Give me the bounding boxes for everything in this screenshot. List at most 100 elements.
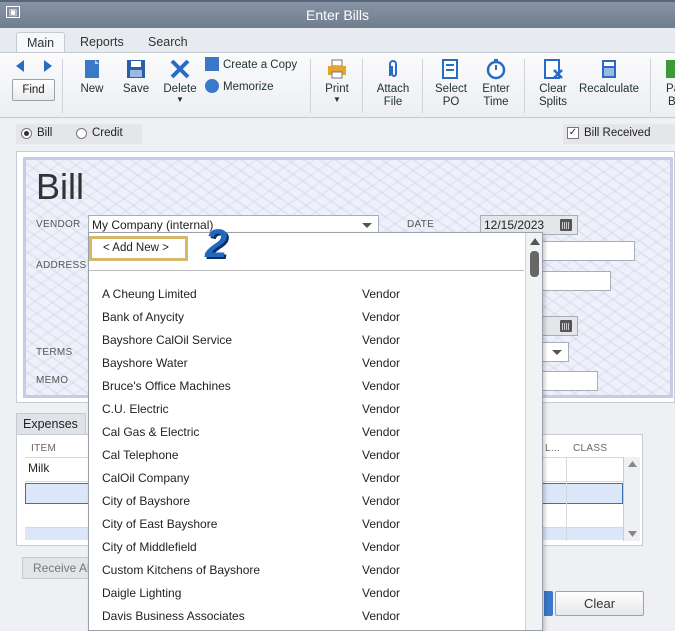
- clear-splits-button[interactable]: Clear Splits: [534, 58, 572, 109]
- save-disk-icon: [127, 60, 145, 78]
- print-button[interactable]: Print ▼: [322, 58, 352, 104]
- new-button[interactable]: New: [78, 58, 106, 96]
- list-item[interactable]: Davis Business Associates Vendor: [102, 606, 522, 626]
- list-item[interactable]: Bayshore CalOil Service Vendor: [102, 330, 522, 350]
- print-dropdown-icon[interactable]: ▼: [322, 96, 352, 104]
- address-label: ADDRESS: [36, 260, 87, 271]
- memorize-label: Memorize: [223, 81, 274, 93]
- select-po-icon: [442, 59, 458, 79]
- vendor-type: Vendor: [362, 586, 401, 600]
- list-item[interactable]: Cal Telephone Vendor: [102, 445, 522, 465]
- select-po-button[interactable]: Select PO: [432, 58, 470, 109]
- list-item[interactable]: Daigle Lighting Vendor: [102, 583, 522, 603]
- expenses-scrollbar[interactable]: [623, 457, 640, 541]
- calendar-icon[interactable]: [560, 219, 572, 231]
- tab-reports[interactable]: Reports: [70, 32, 134, 52]
- tab-search[interactable]: Search: [138, 32, 198, 52]
- memorize-button[interactable]: Memorize: [205, 79, 305, 94]
- clear-splits-label-2: Splits: [538, 96, 568, 108]
- enter-time-button[interactable]: Enter Time: [477, 58, 515, 109]
- bill-received-label[interactable]: Bill Received: [584, 127, 650, 139]
- paperclip-icon: [389, 60, 397, 77]
- new-label: New: [80, 83, 104, 95]
- create-copy-button[interactable]: Create a Copy: [205, 57, 305, 72]
- vendor-value: My Company (internal): [92, 218, 214, 232]
- save-and-close-button[interactable]: [544, 591, 553, 616]
- expense-row-item[interactable]: Milk: [28, 461, 49, 475]
- vendor-name: Cal Telephone: [102, 448, 179, 462]
- bill-radio-label[interactable]: Bill: [37, 127, 52, 139]
- clear-splits-icon: [544, 59, 563, 79]
- pay-bill-label-2: B: [668, 96, 675, 108]
- vendor-name: Bank of Anycity: [102, 310, 185, 324]
- bill-received-checkbox[interactable]: ✓: [567, 127, 579, 139]
- terms-dropdown[interactable]: [541, 342, 569, 362]
- ribbon-tabs: Main Reports Search: [0, 28, 675, 52]
- tab-expenses[interactable]: Expenses: [16, 413, 86, 435]
- dropdown-scrollbar[interactable]: [525, 233, 542, 630]
- new-document-icon: [85, 60, 99, 78]
- delete-button[interactable]: Delete ▼: [162, 58, 198, 104]
- list-item[interactable]: Custom Kitchens of Bayshore Vendor: [102, 560, 522, 580]
- credit-radio-label[interactable]: Credit: [92, 127, 123, 139]
- column-header-item: ITEM: [31, 443, 57, 454]
- pay-bill-button[interactable]: Pa B: [660, 58, 675, 109]
- vendor-type: Vendor: [362, 471, 401, 485]
- select-po-label-2: PO: [442, 96, 460, 108]
- date-label: DATE: [407, 219, 435, 230]
- scroll-arrows-icon[interactable]: [624, 457, 641, 541]
- bill-due-field[interactable]: [541, 316, 578, 336]
- list-item[interactable]: Cal Gas & Electric Vendor: [102, 422, 522, 442]
- recalculate-label: Recalculate: [578, 83, 640, 95]
- list-item[interactable]: City of East Bayshore Vendor: [102, 514, 522, 534]
- attach-file-label-2: File: [383, 96, 403, 108]
- scroll-thumb[interactable]: [530, 251, 539, 277]
- delete-dropdown-icon[interactable]: ▼: [162, 96, 198, 104]
- printer-icon: [328, 59, 346, 79]
- amount-due-field[interactable]: [541, 271, 611, 291]
- stopwatch-icon: [486, 59, 506, 80]
- list-item[interactable]: Bank of Anycity Vendor: [102, 307, 522, 327]
- vendor-name: A Cheung Limited: [102, 287, 197, 301]
- chevron-down-icon[interactable]: [362, 223, 372, 228]
- prev-next-arrows-icon[interactable]: [14, 59, 54, 73]
- vendor-label: VENDOR: [36, 219, 81, 230]
- chevron-down-icon[interactable]: [552, 350, 562, 355]
- list-item[interactable]: A Cheung Limited Vendor: [102, 284, 522, 304]
- ref-no-field[interactable]: [541, 241, 635, 261]
- list-item[interactable]: City of Bayshore Vendor: [102, 491, 522, 511]
- clear-button[interactable]: Clear: [555, 591, 644, 616]
- vendor-type: Vendor: [362, 333, 401, 347]
- terms-label: TERMS: [36, 347, 73, 358]
- tab-main[interactable]: Main: [16, 32, 66, 52]
- list-item[interactable]: Bruce's Office Machines Vendor: [102, 376, 522, 396]
- scroll-up-icon[interactable]: [530, 238, 540, 245]
- vendor-name: C.U. Electric: [102, 402, 169, 416]
- calendar-icon[interactable]: [560, 320, 572, 332]
- bill-radio[interactable]: [21, 128, 32, 139]
- find-button[interactable]: Find: [12, 79, 55, 101]
- vendor-type: Vendor: [362, 517, 401, 531]
- vendor-dropdown-list[interactable]: < Add New > A Cheung Limited Vendor Bank o…: [88, 232, 543, 631]
- save-button[interactable]: Save: [120, 58, 152, 96]
- list-item[interactable]: C.U. Electric Vendor: [102, 399, 522, 419]
- add-new-option[interactable]: < Add New >: [89, 236, 188, 261]
- attach-file-button[interactable]: Attach File: [374, 58, 412, 109]
- recalculate-button[interactable]: Recalculate: [578, 58, 640, 96]
- ribbon-separator: [310, 59, 311, 113]
- titlebar-top-edge: [0, 0, 675, 2]
- list-item[interactable]: Bayshore Water Vendor: [102, 353, 522, 373]
- discount-date-field[interactable]: [541, 371, 598, 391]
- vendor-name: Bayshore CalOil Service: [102, 333, 233, 347]
- window-titlebar: ▣ Enter Bills: [0, 0, 675, 28]
- enter-time-label-2: Time: [483, 96, 509, 108]
- receive-all-button[interactable]: Receive All: [22, 557, 92, 579]
- memo-label: MEMO: [36, 375, 69, 386]
- ribbon-separator: [524, 59, 525, 113]
- pay-bill-label-1: Pa: [666, 83, 675, 95]
- ribbon-separator: [422, 59, 423, 113]
- vendor-type: Vendor: [362, 310, 401, 324]
- list-item[interactable]: CalOil Company Vendor: [102, 468, 522, 488]
- credit-radio[interactable]: [76, 128, 87, 139]
- list-item[interactable]: City of Middlefield Vendor: [102, 537, 522, 557]
